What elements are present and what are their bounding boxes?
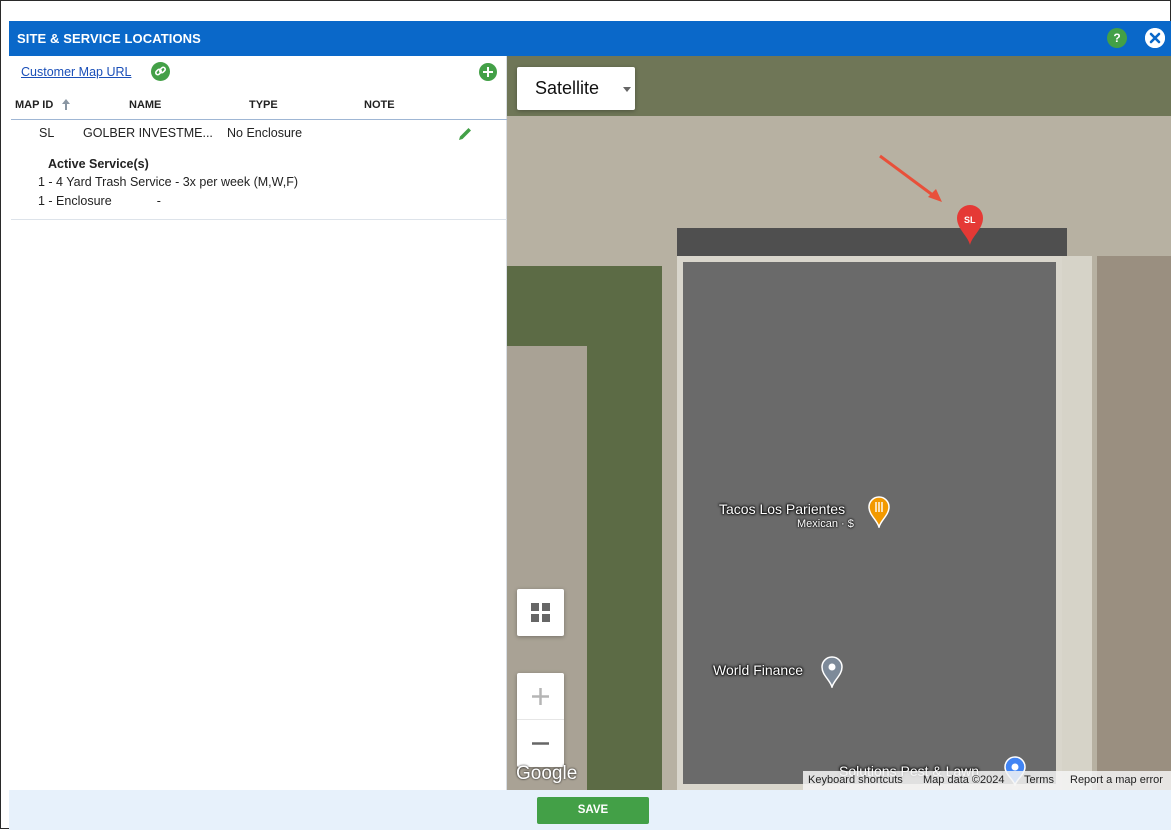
shop-pin-icon[interactable] [820,656,844,688]
service-line: 1 - Enclosure - [38,194,161,208]
map-type-dropdown[interactable]: Satellite [517,67,635,110]
row-type: No Enclosure [227,126,303,140]
poi-sublabel: Mexican · $ [797,518,854,530]
help-icon[interactable]: ? [1107,28,1127,48]
terms-link[interactable]: Terms [1024,774,1054,786]
column-type[interactable]: TYPE [249,99,278,111]
map-type-label: Satellite [535,78,600,98]
report-map-error-link[interactable]: Report a map error [1070,774,1163,786]
dialog-footer: SAVE [9,790,1171,830]
keyboard-shortcuts-link[interactable]: Keyboard shortcuts [808,774,903,786]
map-attribution-bar: Keyboard shortcuts Map data ©2024 Terms … [803,771,1171,790]
column-map-id[interactable]: MAP ID [15,99,53,111]
row-name: GOLBER INVESTME... [83,126,213,140]
zoom-out-button[interactable] [517,720,564,767]
column-note[interactable]: NOTE [364,99,395,111]
locations-panel: Customer Map URL MAP ID NAME TYPE NOTE S… [11,56,507,790]
google-logo: Google [516,763,578,784]
table-row[interactable]: SL GOLBER INVESTME... No Enclosure Activ… [11,120,507,220]
map-layers-button[interactable] [517,589,564,636]
dialog-title-bar: SITE & SERVICE LOCATIONS ? [9,21,1171,56]
save-button[interactable]: SAVE [537,797,649,824]
map-data-label: Map data ©2024 [923,774,1005,786]
active-services-title: Active Service(s) [48,157,149,171]
page-frame: SITE & SERVICE LOCATIONS ? Customer Map … [0,0,1171,830]
column-name[interactable]: NAME [129,99,161,111]
poi-label[interactable]: Tacos Los Parientes [719,501,845,517]
chevron-down-icon [623,87,631,92]
edit-pencil-icon[interactable] [457,126,473,142]
map-building-edge [1062,256,1092,790]
satellite-map[interactable]: Satellite SL Tacos Los Parientes Mexican… [507,56,1171,790]
annotation-arrow-icon [879,154,942,202]
add-location-icon[interactable] [479,63,497,81]
location-marker-icon[interactable] [955,204,985,246]
restaurant-pin-icon[interactable] [867,496,891,528]
row-map-id: SL [39,126,55,140]
sort-ascending-icon[interactable] [61,98,71,111]
link-icon[interactable] [151,62,170,81]
poi-label[interactable]: World Finance [713,662,803,678]
map-building-shadow [677,228,1067,258]
zoom-in-button[interactable] [517,673,564,720]
zoom-controls [517,673,564,767]
site-service-dialog: SITE & SERVICE LOCATIONS ? Customer Map … [9,21,1171,830]
table-header: MAP ID NAME TYPE NOTE [11,92,507,120]
map-url-row: Customer Map URL [11,56,507,86]
location-marker-label: SL [964,215,976,225]
close-icon[interactable] [1145,28,1165,48]
map-parking [1097,256,1171,790]
customer-map-url-link[interactable]: Customer Map URL [21,65,131,79]
dialog-title: SITE & SERVICE LOCATIONS [17,31,201,46]
service-line: 1 - 4 Yard Trash Service - 3x per week (… [38,175,299,189]
